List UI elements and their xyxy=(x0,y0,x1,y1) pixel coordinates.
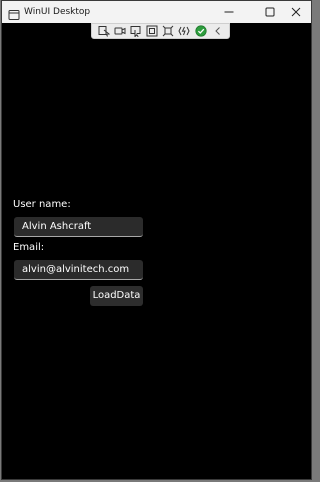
video-icon[interactable] xyxy=(114,25,126,37)
pointer-icon[interactable] xyxy=(130,25,142,37)
check-icon[interactable] xyxy=(195,25,207,37)
minimize-icon xyxy=(224,11,234,13)
load-data-button[interactable]: LoadData xyxy=(90,286,143,306)
focus-box-icon[interactable] xyxy=(146,25,158,37)
close-icon xyxy=(291,7,301,17)
xaml-debug-toolbar xyxy=(91,23,230,39)
minimize-button[interactable] xyxy=(212,1,246,23)
app-icon xyxy=(8,6,20,20)
select-element-icon[interactable] xyxy=(98,25,110,37)
email-input[interactable]: alvin@alvinitech.com xyxy=(14,260,143,280)
window-title: WinUI Desktop xyxy=(24,7,91,17)
close-button[interactable] xyxy=(279,1,311,23)
layout-icon[interactable] xyxy=(162,25,174,37)
email-label: Email: xyxy=(13,242,45,253)
hot-reload-icon[interactable] xyxy=(178,25,190,37)
maximize-icon xyxy=(265,7,275,17)
app-window: WinUI Desktop User name: Alvin Ashcraft … xyxy=(1,0,312,480)
username-label: User name: xyxy=(13,199,71,210)
title-bar[interactable]: WinUI Desktop xyxy=(2,1,311,23)
collapse-chevron-icon[interactable] xyxy=(212,25,224,37)
username-input[interactable]: Alvin Ashcraft xyxy=(14,217,143,237)
